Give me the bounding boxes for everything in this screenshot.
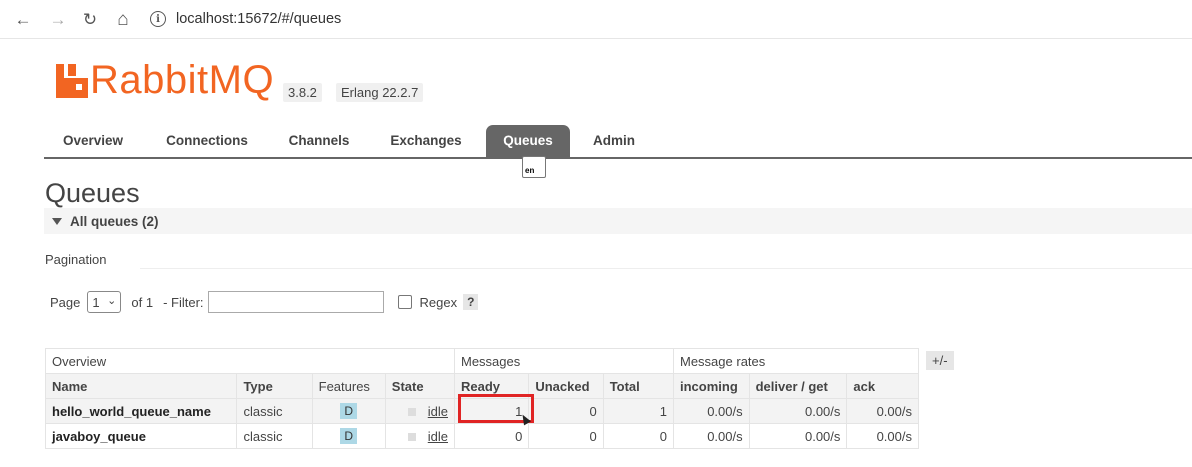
- tab-connections[interactable]: Connections: [152, 125, 262, 157]
- home-icon[interactable]: ⌂: [112, 8, 134, 30]
- page-label: Page: [50, 294, 81, 310]
- queue-state-text: idle: [427, 428, 448, 444]
- page-select-value: 1: [92, 294, 100, 310]
- page-count: of 1: [131, 294, 154, 310]
- col-state[interactable]: State: [384, 373, 456, 399]
- col-type[interactable]: Type: [236, 373, 313, 399]
- collapse-triangle-icon: [52, 217, 62, 225]
- regex-checkbox[interactable]: [397, 295, 412, 309]
- pagination-controls: Page 1 ⌄ of 1 - Filter: Regex ?: [50, 290, 479, 314]
- pagination-label: Pagination: [45, 252, 107, 267]
- col-incoming[interactable]: incoming: [673, 373, 750, 399]
- section-title: All queues (2): [70, 213, 159, 229]
- tab-channels[interactable]: Channels: [276, 125, 362, 157]
- rabbitmq-logo-icon: [56, 64, 88, 98]
- queue-ready: 0: [453, 423, 530, 449]
- col-unacked[interactable]: Unacked: [528, 373, 604, 399]
- state-idle-icon: [407, 433, 416, 442]
- chevron-down-icon: ⌄: [107, 294, 117, 307]
- address-bar[interactable]: i localhost:15672/#/queues: [150, 7, 341, 31]
- page-title: Queues: [45, 178, 140, 208]
- queue-total: 0: [602, 423, 675, 449]
- queue-unacked: 0: [528, 423, 604, 449]
- table-group-row: Overview Messages Message rates: [45, 348, 919, 374]
- queue-features: D: [311, 423, 386, 449]
- main-tabs: Overview Connections Channels Exchanges …: [44, 125, 1192, 159]
- queue-deliver-get: 0.00/s: [748, 423, 848, 449]
- group-message-rates: Message rates: [673, 348, 919, 374]
- tab-overview[interactable]: Overview: [48, 125, 138, 157]
- erlang-badge: Erlang 22.2.7: [336, 83, 424, 102]
- filter-input[interactable]: [207, 291, 384, 313]
- queue-state: idle: [384, 423, 456, 449]
- rabbitmq-logo[interactable]: RabbitMQ: [56, 58, 275, 102]
- col-total[interactable]: Total: [602, 373, 675, 399]
- col-name[interactable]: Name: [44, 373, 238, 399]
- queues-table: Overview Messages Message rates Name Typ…: [44, 348, 919, 449]
- url-text: localhost:15672/#/queues: [176, 11, 342, 27]
- queue-incoming: 0.00/s: [673, 423, 750, 449]
- language-icon-label: en: [525, 166, 535, 175]
- browser-toolbar: ← → ↻ ⌂ i localhost:15672/#/queues: [0, 0, 1192, 39]
- queue-ready: 1: [453, 398, 530, 424]
- queue-state-text: idle: [427, 403, 448, 419]
- queue-state: idle: [384, 398, 456, 424]
- back-icon[interactable]: ←: [12, 8, 34, 30]
- pagination-divider: [140, 268, 1192, 269]
- regex-label: Regex: [419, 294, 458, 310]
- state-idle-icon: [407, 408, 416, 417]
- queue-deliver-get: 0.00/s: [748, 398, 848, 424]
- all-queues-section-toggle[interactable]: All queues (2): [44, 208, 1192, 234]
- queue-type: classic: [236, 423, 313, 449]
- col-ready[interactable]: Ready: [453, 373, 530, 399]
- queue-total: 1: [602, 398, 675, 424]
- table-header-row: Name Type Features State Ready Unacked T…: [44, 373, 919, 399]
- column-toggle-button[interactable]: +/-: [926, 351, 954, 370]
- col-ack[interactable]: ack: [846, 373, 919, 399]
- queue-ack: 0.00/s: [846, 423, 919, 449]
- version-badge: 3.8.2: [283, 83, 322, 102]
- group-overview: Overview: [45, 348, 455, 374]
- tab-exchanges[interactable]: Exchanges: [376, 125, 476, 157]
- table-row[interactable]: javaboy_queue classic D idle 0 0 0 0.00/…: [44, 423, 919, 449]
- queue-ack: 0.00/s: [846, 398, 919, 424]
- queue-name-link[interactable]: javaboy_queue: [44, 423, 238, 449]
- durable-badge: D: [340, 428, 358, 444]
- queue-features: D: [311, 398, 386, 424]
- tab-queues[interactable]: Queues: [486, 125, 570, 157]
- queue-unacked: 0: [528, 398, 604, 424]
- group-messages: Messages: [454, 348, 674, 374]
- col-features[interactable]: Features: [311, 373, 386, 399]
- info-icon[interactable]: i: [150, 11, 166, 27]
- page-select[interactable]: 1 ⌄: [87, 291, 122, 313]
- col-deliver-get[interactable]: deliver / get: [748, 373, 848, 399]
- tab-admin[interactable]: Admin: [580, 125, 648, 157]
- logo-text: RabbitMQ: [90, 58, 275, 102]
- forward-icon[interactable]: →: [47, 8, 69, 30]
- queue-name-link[interactable]: hello_world_queue_name: [44, 398, 238, 424]
- queue-type: classic: [236, 398, 313, 424]
- queue-incoming: 0.00/s: [673, 398, 750, 424]
- durable-badge: D: [340, 403, 358, 419]
- table-row[interactable]: hello_world_queue_name classic D idle 1 …: [44, 398, 919, 424]
- reload-icon[interactable]: ↻: [79, 8, 101, 30]
- filter-label: - Filter:: [163, 294, 204, 310]
- help-button[interactable]: ?: [463, 294, 479, 310]
- language-icon[interactable]: en: [522, 156, 546, 178]
